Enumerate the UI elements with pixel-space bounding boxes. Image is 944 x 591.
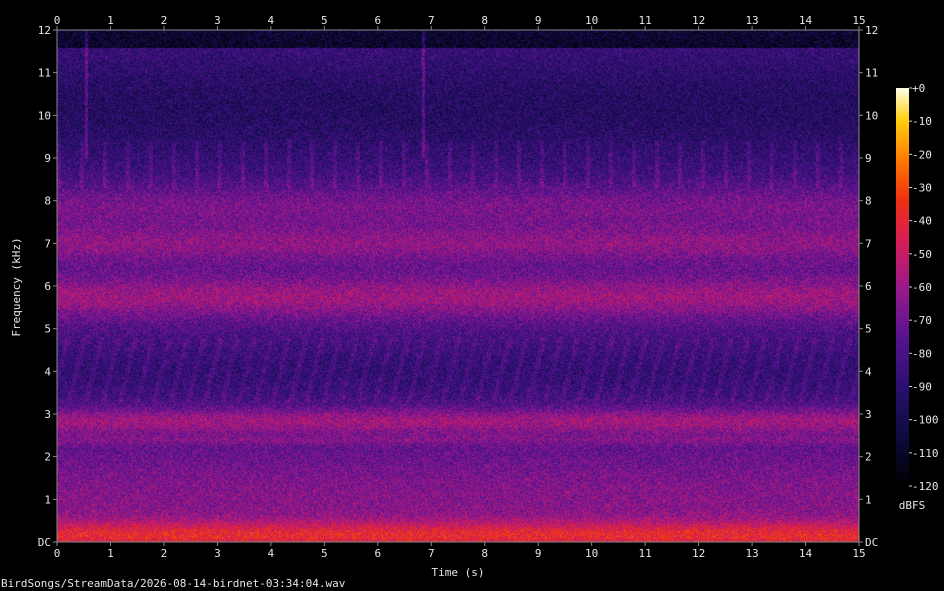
- colorbar-ticks: +0 -10 -20 -30 -40 -50 -60 -70 -80 -90 -100 -110 -12…: [909, 82, 939, 493]
- x-tick-label: 13: [745, 547, 758, 560]
- colorbar: [896, 88, 909, 486]
- x-tick-label: 6: [374, 547, 381, 560]
- x-tick-label: 14: [799, 547, 813, 560]
- y-tick-label: DC: [865, 536, 878, 549]
- y-tick-label: 8: [865, 195, 872, 208]
- y-axis-title: Frequency (kHz): [10, 237, 23, 336]
- plot-frame: [56, 29, 860, 543]
- x-tick-label: 14: [799, 14, 813, 27]
- y-tick-label: 11: [865, 67, 878, 80]
- y-tick-label: 12: [865, 24, 878, 37]
- colorbar-tick-label: -30: [912, 182, 932, 195]
- x-tick-label: 6: [374, 14, 381, 27]
- x-tick-label: 5: [321, 547, 328, 560]
- x-tick-label: 2: [161, 14, 168, 27]
- y-tick-label: 5: [865, 323, 872, 336]
- x-tick-label: 1: [107, 14, 114, 27]
- x-tick-label: 10: [585, 14, 598, 27]
- colorbar-tick-label: -10: [912, 115, 932, 128]
- x-tick-label: 12: [692, 14, 705, 27]
- y-tick-label: 9: [865, 152, 872, 165]
- colorbar-tick-label: -80: [912, 347, 932, 360]
- y-tick-label: 10: [865, 109, 878, 122]
- x-tick-label: 7: [428, 547, 435, 560]
- x-axis-title: Time (s): [432, 566, 485, 579]
- x-tick-label: 13: [745, 14, 758, 27]
- y-tick-label: 11: [38, 67, 51, 80]
- x-tick-label: 5: [321, 14, 328, 27]
- y-ticks-right: DC123456789101112: [859, 24, 878, 549]
- y-tick-label: 3: [865, 408, 872, 421]
- colorbar-tick-label: +0: [912, 82, 925, 95]
- x-tick-label: 3: [214, 547, 221, 560]
- x-tick-label: 10: [585, 547, 598, 560]
- x-tick-label: 3: [214, 14, 221, 27]
- x-tick-label: 0: [54, 547, 61, 560]
- spectrogram-chart: 0 1 2 3 4 5 6 7 8 9 10 11 12 13 14 15 0 1 2 3 4 5 6 7 8 9 10 11 12 1…: [10, 14, 939, 579]
- x-tick-label: 2: [161, 547, 168, 560]
- y-tick-label: 4: [44, 365, 51, 378]
- colorbar-tick-label: -50: [912, 248, 932, 261]
- y-tick-label: 9: [44, 152, 51, 165]
- colorbar-tick-label: -60: [912, 281, 932, 294]
- y-tick-label: 12: [38, 24, 51, 37]
- y-ticks-left: DC123456789101112: [38, 24, 57, 549]
- x-tick-label: 7: [428, 14, 435, 27]
- x-tick-label: 8: [481, 14, 488, 27]
- colorbar-tick-label: -90: [912, 381, 932, 394]
- x-tick-label: 1: [107, 547, 114, 560]
- x-tick-label: 15: [852, 14, 865, 27]
- colorbar-label: dBFS: [899, 499, 926, 512]
- colorbar-tick-label: -110: [912, 447, 939, 460]
- x-tick-label: 9: [535, 14, 542, 27]
- y-tick-label: 2: [44, 451, 51, 464]
- colorbar-tick-label: -100: [912, 414, 939, 427]
- x-tick-label: 11: [639, 14, 652, 27]
- y-tick-label: 7: [865, 237, 872, 250]
- x-tick-label: 9: [535, 547, 542, 560]
- y-tick-label: 7: [44, 237, 51, 250]
- y-tick-label: 4: [865, 365, 872, 378]
- y-tick-label: 1: [865, 493, 872, 506]
- colorbar-tick-label: -70: [912, 314, 932, 327]
- y-tick-label: 5: [44, 323, 51, 336]
- y-tick-label: 6: [44, 280, 51, 293]
- colorbar-tick-label: -40: [912, 215, 932, 228]
- y-tick-label: 10: [38, 109, 51, 122]
- x-tick-label: 4: [268, 547, 275, 560]
- x-ticks-bottom: 0 1 2 3 4 5 6 7 8 9 10 11 12 13 14 15: [54, 542, 866, 560]
- y-tick-label: 6: [865, 280, 872, 293]
- y-tick-label: DC: [38, 536, 51, 549]
- x-tick-label: 12: [692, 547, 705, 560]
- colorbar-tick-label: -120: [912, 480, 939, 493]
- file-path-label: BirdSongs/StreamData/2026-08-14-birdnet-…: [1, 577, 346, 590]
- x-tick-label: 11: [639, 547, 652, 560]
- y-tick-label: 1: [44, 493, 51, 506]
- x-tick-label: 4: [268, 14, 275, 27]
- y-tick-label: 3: [44, 408, 51, 421]
- x-tick-label: 15: [852, 547, 865, 560]
- y-tick-label: 2: [865, 451, 872, 464]
- x-tick-label: 8: [481, 547, 488, 560]
- colorbar-tick-label: -20: [912, 148, 932, 161]
- y-tick-label: 8: [44, 195, 51, 208]
- x-ticks-top: 0 1 2 3 4 5 6 7 8 9 10 11 12 13 14 15: [54, 14, 866, 30]
- x-tick-label: 0: [54, 14, 61, 27]
